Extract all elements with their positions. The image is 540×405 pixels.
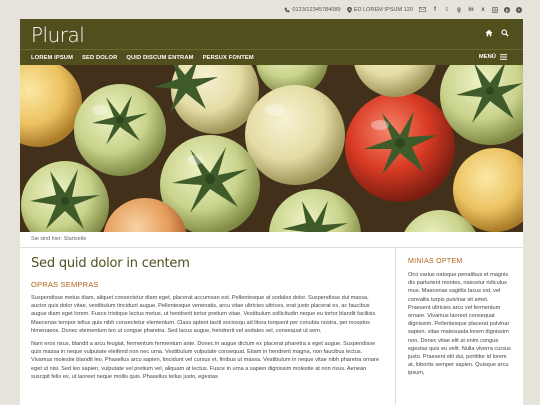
sidebar-text: Orci varius natoque penatibus et magnis … xyxy=(408,272,511,377)
twitter-icon[interactable]: t xyxy=(444,7,450,13)
body-paragraph-2: Nam eros risus, blandit a arcu feugiat, … xyxy=(31,341,380,380)
nav-item-persux-fontem[interactable]: PERSUX FONTEM xyxy=(203,55,254,61)
nav-item-sed-dolor[interactable]: SED DOLOR xyxy=(82,55,117,61)
header-icons xyxy=(485,29,509,37)
home-icon[interactable] xyxy=(485,29,493,37)
google-plus-icon[interactable]: g xyxy=(456,7,462,13)
pinterest-icon[interactable]: p xyxy=(504,6,510,13)
page-title: Sed quid dolor in centem xyxy=(31,256,190,271)
svg-text:p: p xyxy=(506,7,509,12)
site-logo[interactable]: Plural xyxy=(31,23,85,47)
search-icon[interactable] xyxy=(501,29,509,37)
sidebar: MINIAS OPTEM Orci varius natoque penatib… xyxy=(408,258,512,378)
mail-icon[interactable] xyxy=(419,7,426,12)
address-contact[interactable]: ED LOREM IPSUM 120 xyxy=(346,6,413,13)
phone-contact[interactable]: 0123/12345784089 xyxy=(284,6,341,13)
column-divider xyxy=(395,248,396,405)
xing-icon[interactable]: x xyxy=(480,7,486,13)
menu-label: MENÜ xyxy=(478,54,496,60)
linkedin-icon[interactable]: in xyxy=(468,7,474,13)
instagram-icon[interactable] xyxy=(492,6,498,13)
social-links: f t g in x p xyxy=(419,6,522,13)
nav-item-quid-discum-entram[interactable]: QUID DISCUM ENTRAM xyxy=(126,55,193,61)
tomatoes-photo xyxy=(20,65,523,232)
site-header: Plural xyxy=(20,19,523,49)
nav-item-lorem-ipsum[interactable]: LOREM IPSUM xyxy=(31,55,73,61)
phone-icon xyxy=(284,7,290,12)
content-area: Sed quid dolor in centem OPRAS SEMPRAS S… xyxy=(20,247,523,405)
sidebar-title: MINIAS OPTEM xyxy=(408,258,463,265)
menu-button[interactable]: MENÜ xyxy=(479,54,507,60)
address-text: ED LOREM IPSUM 120 xyxy=(353,6,413,13)
hero-image xyxy=(20,65,523,232)
body-paragraph-1: Suspendisse metus diam, aliquet consecte… xyxy=(31,295,377,334)
top-contact-bar: 0123/12345784089 ED LOREM IPSUM 120 f t … xyxy=(0,0,540,19)
section-subtitle: OPRAS SEMPRAS xyxy=(31,280,99,289)
breadcrumb: Sie sind hier: Startseite xyxy=(20,232,523,247)
main-navigation: LOREM IPSUM SED DOLOR QUID DISCUM ENTRAM… xyxy=(20,49,523,65)
youtube-icon[interactable] xyxy=(516,6,522,13)
phone-number: 0123/12345784089 xyxy=(292,6,341,13)
location-icon xyxy=(346,6,352,13)
facebook-icon[interactable]: f xyxy=(432,7,438,13)
hamburger-icon xyxy=(500,54,507,60)
main-content: Sed quid dolor in centem OPRAS SEMPRAS S… xyxy=(31,256,385,381)
breadcrumb-text[interactable]: Sie sind hier: Startseite xyxy=(31,236,86,242)
